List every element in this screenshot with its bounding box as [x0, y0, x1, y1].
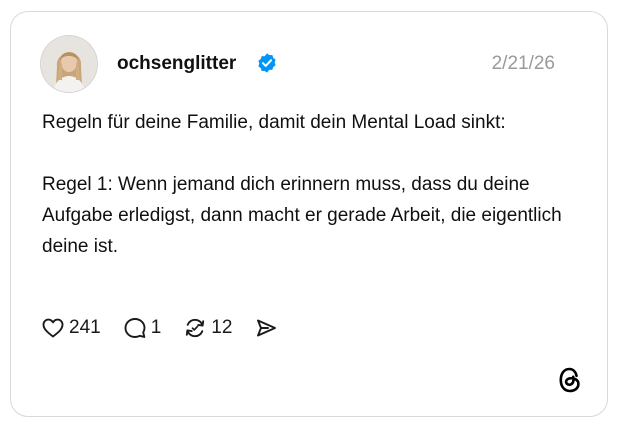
reply-count: 1 — [150, 317, 162, 338]
repost-icon — [186, 318, 205, 338]
action-bar: 241 1 12 — [41, 315, 300, 341]
post-card: ochsenglitter 2/21/26 Regeln für deine F… — [10, 11, 608, 417]
heart-icon — [42, 318, 64, 338]
post-date: 2/21/26 — [491, 53, 555, 74]
post-paragraph: Regeln für deine Familie, damit dein Men… — [42, 112, 506, 133]
like-button[interactable]: 241 — [41, 316, 101, 340]
post-paragraph: Regel 1: Wenn jemand dich erinnern muss,… — [42, 174, 562, 257]
post-body: Regeln für deine Familie, damit dein Men… — [42, 107, 572, 262]
share-button[interactable] — [254, 316, 278, 340]
comment-icon — [124, 318, 146, 338]
like-count: 241 — [69, 317, 101, 338]
repost-button[interactable]: 12 — [183, 316, 232, 340]
repost-count: 12 — [211, 317, 233, 338]
verified-badge-icon — [258, 53, 276, 73]
avatar[interactable] — [41, 36, 97, 92]
send-icon — [257, 319, 277, 337]
avatar-image — [41, 36, 97, 92]
threads-logo[interactable] — [557, 366, 583, 394]
reply-button[interactable]: 1 — [123, 316, 162, 340]
username[interactable]: ochsenglitter — [117, 52, 236, 76]
